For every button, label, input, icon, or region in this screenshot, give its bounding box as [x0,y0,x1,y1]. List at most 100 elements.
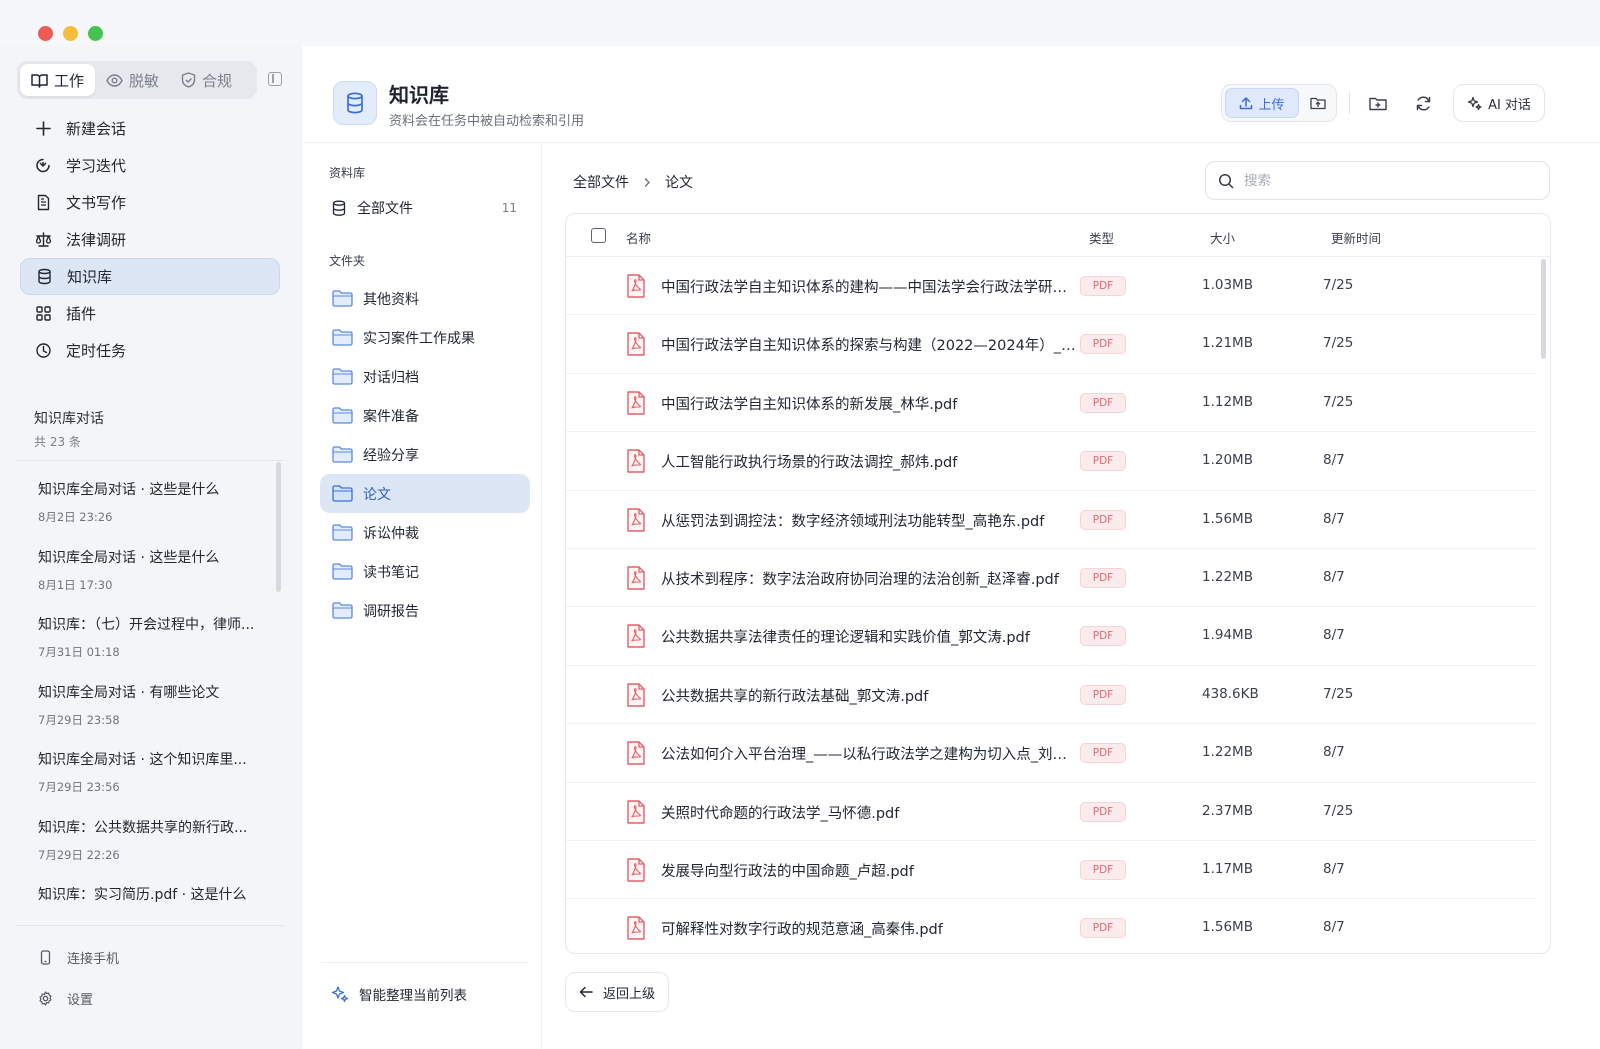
table-row[interactable]: 从技术到程序：数字法治政府协同治理的法治创新_赵泽睿.pdf PDF 1.22MB 8… [566,549,1536,608]
file-updated-date: 8/7 [1323,860,1345,877]
settings-button[interactable]: 设置 [38,989,93,1008]
maximize-window-button[interactable] [88,26,103,41]
search-input[interactable] [1244,172,1524,189]
conversation-item[interactable]: 知识库全局对话 · 有哪些论文 7月29日 23:58 [38,682,278,750]
folder-item[interactable]: 实习案件工作成果 [320,318,530,357]
file-size: 1.22MB [1202,568,1253,585]
folder-item[interactable]: 其他资料 [320,279,530,318]
table-row[interactable]: 公共数据共享的新行政法基础_郭文涛.pdf PDF 438.6KB 7/25 [566,666,1536,725]
all-files-label: 全部文件 [357,201,413,217]
mode-tab-work[interactable]: 工作 [20,64,96,96]
file-updated-date: 7/25 [1323,802,1354,819]
connect-phone-button[interactable]: 连接手机 [38,948,119,967]
select-all-checkbox[interactable] [591,228,606,243]
conversation-list: 知识库全局对话 · 这些是什么 8月2日 23:26 知识库全局对话 · 这些是… [38,479,278,952]
app-window: 工作 脱敏 合规 新建会话 学习迭代 文书写作 法律调研 知识库 插件 定时任务… [0,0,1600,1049]
conversation-item[interactable]: 知识库：（七）开会过程中，律师... 7月31日 01:18 [38,614,278,682]
file-type-badge: PDF [1080,334,1126,355]
window-controls [38,26,103,41]
sidebar-item-research[interactable]: 法律调研 [20,221,280,258]
folder-item[interactable]: 调研报告 [320,591,530,630]
close-window-button[interactable] [38,26,53,41]
table-row[interactable]: 人工智能行政执行场景的行政法调控_郝炜.pdf PDF 1.20MB 8/7 [566,432,1536,491]
sidebar-item-knowledge-base[interactable]: 知识库 [20,258,280,295]
column-header-updated[interactable]: 更新时间 [1331,228,1381,247]
table-row[interactable]: 中国行政法学自主知识体系的新发展_林华.pdf PDF 1.12MB 7/25 [566,374,1536,433]
all-files-item[interactable]: 全部文件 11 [321,192,529,224]
back-button[interactable]: 返回上级 [565,972,669,1012]
divider [16,460,284,461]
divider [1349,92,1350,114]
conversation-date: 7月29日 22:26 [38,847,120,862]
column-header-type[interactable]: 类型 [1089,228,1114,247]
sidebar-item-learning[interactable]: 学习迭代 [20,147,280,184]
upload-folder-button[interactable] [1303,88,1333,118]
search-icon [1218,173,1234,188]
sidebar-item-scheduled[interactable]: 定时任务 [20,332,280,369]
table-row[interactable]: 中国行政法学自主知识体系的探索与构建（2022—2024年）_章志远.pdfPD… [566,315,1536,374]
table-row[interactable]: 中国行政法学自主知识体系的建构——中国法学会行政法学研究会2024年年会综述.p… [566,257,1536,316]
file-name: 发展导向型行政法的中国命题_卢超.pdf [661,863,914,880]
table-row[interactable]: 从惩罚法到调控法：数字经济领域刑法功能转型_高艳东.pdf PDF 1.56MB 8/… [566,491,1536,549]
file-updated-date: 7/25 [1323,277,1354,293]
folder-label: 案件准备 [363,408,419,425]
folder-item[interactable]: 经验分享 [320,435,530,474]
sidebar-item-plugins[interactable]: 插件 [20,295,280,332]
file-table: 名称 类型 大小 更新时间 中国行政法学自主知识体系的建构——中国法学会行政法学… [565,213,1551,954]
column-header-name[interactable]: 名称 [626,228,651,247]
refresh-button[interactable] [1408,88,1438,118]
table-row[interactable]: 可解释性对数字行政的规范意涵_高秦伟.pdf PDF 1.56MB 8/7 [566,899,1536,953]
search-box [1205,161,1550,200]
all-files-count: 11 [501,201,517,215]
folder-item[interactable]: 读书笔记 [320,552,530,591]
sidebar-item-label: 知识库 [67,268,113,286]
file-updated-date: 8/7 [1323,510,1345,527]
smart-organize-button[interactable]: 智能整理当前列表 [331,984,467,1004]
divider [16,925,284,926]
file-updated-date: 8/7 [1323,627,1345,644]
sidebar-toggle-icon[interactable] [268,72,282,86]
file-name: 人工智能行政执行场景的行政法调控_郝炜.pdf [661,455,958,472]
table-scrollbar[interactable] [1541,259,1546,359]
sidebar: 工作 脱敏 合规 新建会话 学习迭代 文书写作 法律调研 知识库 插件 定时任务… [0,46,302,1049]
table-row[interactable]: 公共数据共享法律责任的理论逻辑和实践价值_郭文涛.pdf PDF 1.94MB 8/7 [566,607,1536,666]
column-header-size[interactable]: 大小 [1210,228,1235,247]
conversation-item[interactable]: 知识库：实习简历.pdf · 这是什么 [38,884,278,952]
sidebar-item-new-chat[interactable]: 新建会话 [20,110,280,147]
folder-item-selected[interactable]: 论文 [320,474,530,513]
folder-icon [332,446,353,463]
folder-icon [332,407,353,424]
file-size: 1.17MB [1202,860,1253,877]
upload-button[interactable]: 上传 [1225,88,1299,118]
sidebar-item-label: 文书写作 [66,194,127,212]
iterate-icon [36,158,50,173]
conversation-item[interactable]: 知识库全局对话 · 这些是什么 8月2日 23:26 [38,479,278,547]
clock-icon [36,343,51,358]
folder-item[interactable]: 案件准备 [320,396,530,435]
conversation-item[interactable]: 知识库全局对话 · 这个知识库里... 7月29日 23:56 [38,749,278,817]
ai-chat-button[interactable]: AI 对话 [1453,84,1545,122]
conversation-item[interactable]: 知识库：公共数据共享的新行政... 7月29日 22:26 [38,817,278,885]
sidebar-item-writing[interactable]: 文书写作 [20,184,280,221]
mode-tab-desensitize[interactable]: 脱敏 [95,64,170,96]
conversation-item[interactable]: 知识库全局对话 · 这些是什么 8月1日 17:30 [38,547,278,615]
mode-tab-compliance[interactable]: 合规 [170,64,243,96]
new-folder-button[interactable] [1363,88,1393,118]
table-row[interactable]: 发展导向型行政法的中国命题_卢超.pdf PDF 1.17MB 8/7 [566,841,1536,900]
folder-item[interactable]: 对话归档 [320,357,530,396]
pdf-file-icon [627,332,645,357]
conversation-scrollbar[interactable] [276,462,281,592]
breadcrumb-item-all-files[interactable]: 全部文件 [573,172,629,192]
conversations-count: 共 23 条 [34,435,81,449]
folder-icon [332,563,353,580]
folder-label: 经验分享 [363,447,419,464]
grid-icon [36,306,51,321]
table-row[interactable]: 公法如何介入平台治理_——以私行政法学之建构为切入点_刘绍宇.pdf PDF 1.2… [566,724,1536,783]
folder-item[interactable]: 诉讼仲裁 [320,513,530,552]
file-name: 公共数据共享的新行政法基础_郭文涛.pdf [661,688,929,705]
smart-organize-label: 智能整理当前列表 [359,988,467,1004]
folder-label: 读书笔记 [363,564,419,581]
table-row[interactable]: 关照时代命题的行政法学_马怀德.pdf PDF 2.37MB 7/25 [566,783,1536,841]
minimize-window-button[interactable] [63,26,78,41]
sidebar-item-label: 法律调研 [66,231,127,249]
